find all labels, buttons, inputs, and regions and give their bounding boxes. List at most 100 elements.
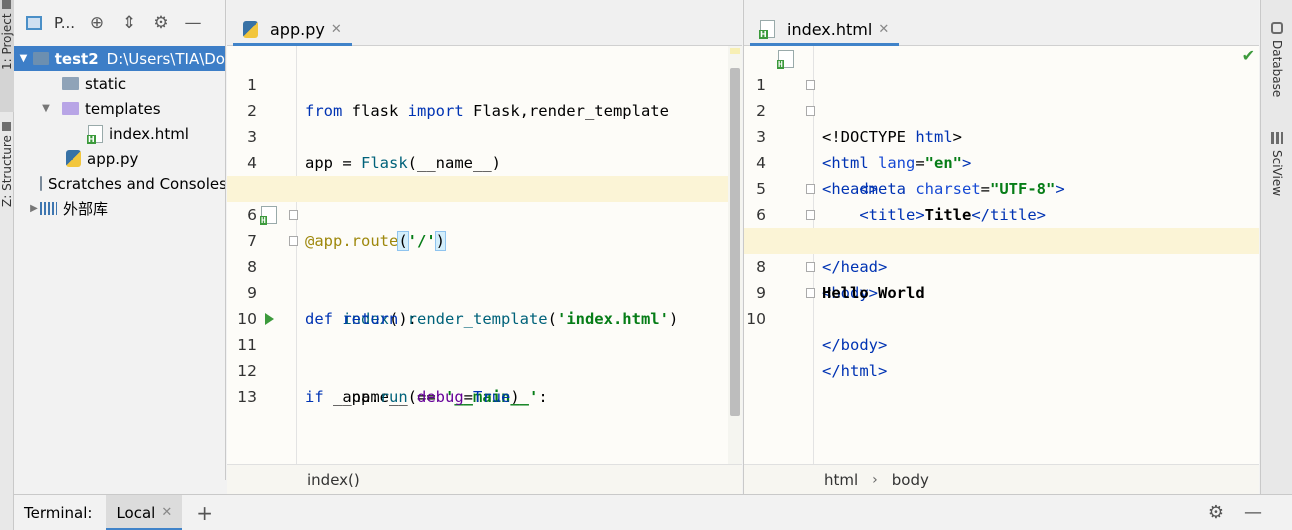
tab-index-html[interactable]: index.html ✕ <box>750 12 900 46</box>
fold-icon[interactable] <box>289 236 298 246</box>
folder-icon <box>62 102 79 115</box>
code-line: 5 <box>227 150 742 198</box>
tool-tab-structure[interactable]: Z: Structure <box>0 122 14 222</box>
tree-item-static[interactable]: static <box>14 71 225 96</box>
project-panel: P... ⊕ ⇕ ⚙ — ▼ test2 D:\Users\TIA\Do sta… <box>14 0 226 480</box>
scrollbar-thumb[interactable] <box>730 68 740 416</box>
expand-arrow-icon[interactable]: ▼ <box>18 53 29 64</box>
code-line: 11 if __name__ == '__main__': <box>227 306 742 406</box>
code-line: 1 <!DOCTYPE html> <box>744 46 1259 146</box>
code-line: 8 return render_template('index.html') <box>227 228 742 328</box>
fold-icon[interactable] <box>806 80 815 90</box>
tree-item-label: 外部库 <box>63 200 109 218</box>
tab-app-py[interactable]: app.py ✕ <box>233 12 352 46</box>
fold-icon[interactable] <box>806 288 815 298</box>
tree-item-path: D:\Users\TIA\Do <box>106 49 225 68</box>
line-number: 10 <box>746 310 766 328</box>
breadcrumb-item[interactable]: html <box>824 471 858 489</box>
fold-icon[interactable] <box>806 184 815 194</box>
close-icon[interactable]: ✕ <box>878 22 889 37</box>
code-area[interactable]: 1 from flask import Flask,render_templat… <box>227 46 742 464</box>
editor-app-py: app.py ✕ 1 from flask import Flask,rende… <box>227 0 742 494</box>
breadcrumb-item[interactable]: index() <box>307 471 360 489</box>
right-tool-strip: Database SciView <box>1260 0 1292 494</box>
html-template-gutter-icon[interactable] <box>260 206 277 225</box>
tree-item-app-py[interactable]: app.py <box>14 146 225 171</box>
gear-icon[interactable]: ⚙ <box>1208 502 1224 523</box>
code-line: 5 <title>Title</title> <box>744 150 1259 224</box>
tree-item-external-libraries[interactable]: ▶ 外部库 <box>14 196 225 221</box>
gear-icon[interactable]: ⚙ <box>151 13 171 33</box>
html-file-icon <box>759 20 775 39</box>
code-line-current: 8 Hello World <box>744 228 1259 302</box>
tree-item-label: index.html <box>109 124 189 143</box>
fold-icon[interactable] <box>806 106 815 116</box>
code-line: 12 app.run(debug=True) <box>227 332 742 406</box>
fold-icon[interactable] <box>289 210 298 220</box>
code-line: 9 </body> <box>744 254 1259 354</box>
tree-item-label: app.py <box>87 149 139 168</box>
browser-preview-gutter-icon[interactable] <box>777 50 794 69</box>
python-file-icon <box>66 150 81 167</box>
left-tool-strip: 1: Project Z: Structure <box>0 0 14 530</box>
expand-arrow-icon[interactable]: ▶ <box>28 203 40 214</box>
code-line: 7 <body> <box>744 202 1259 302</box>
minimize-icon[interactable]: — <box>1244 502 1262 523</box>
locate-icon[interactable]: ⊕ <box>87 13 107 33</box>
tool-tab-sciview[interactable]: SciView <box>1261 132 1292 212</box>
scratches-icon <box>40 176 42 191</box>
editor-tabbar: app.py ✕ <box>227 0 742 46</box>
breadcrumb-item[interactable]: body <box>892 471 929 489</box>
library-icon <box>40 202 57 215</box>
structure-icon <box>2 122 12 131</box>
code-line: 2 <box>227 72 742 120</box>
fold-icon[interactable] <box>806 262 815 272</box>
close-icon[interactable]: ✕ <box>331 22 342 37</box>
database-icon <box>1271 22 1283 34</box>
code-line: 13 <box>227 358 742 406</box>
code-line: 2 <html lang="en"> <box>744 72 1259 172</box>
python-file-icon <box>243 20 258 38</box>
folder-icon <box>62 77 79 90</box>
tree-item-label: templates <box>85 99 161 118</box>
tab-label: index.html <box>787 19 873 39</box>
html-file-icon <box>87 124 103 144</box>
fold-icon[interactable] <box>806 210 815 220</box>
code-line: 9 <box>227 254 742 302</box>
tool-tab-database-label: Database <box>1270 40 1284 98</box>
new-terminal-icon[interactable]: + <box>196 501 213 525</box>
terminal-label: Terminal: <box>24 503 93 522</box>
code-line: 10 <box>227 280 742 328</box>
tree-item-test2[interactable]: ▼ test2 D:\Users\TIA\Do <box>14 46 225 71</box>
tool-tab-project-label: 1: Project <box>0 13 14 70</box>
warning-marker <box>730 48 740 54</box>
line-number: 13 <box>237 388 257 406</box>
code-area[interactable]: 1 <!DOCTYPE html> 2 <html lang="en"> 3 <… <box>744 46 1259 464</box>
project-view-icon <box>26 16 42 30</box>
tree-item-index-html[interactable]: index.html <box>14 121 225 146</box>
tree-item-label: Scratches and Consoles <box>48 174 226 193</box>
close-icon[interactable]: ✕ <box>161 505 172 520</box>
expand-arrow-icon[interactable]: ▼ <box>40 103 52 114</box>
run-gutter-icon[interactable] <box>265 313 274 325</box>
tree-item-label: test2 <box>54 49 99 68</box>
tree-item-label: static <box>85 74 127 93</box>
breadcrumb-separator-icon: › <box>872 471 878 488</box>
project-view-selector[interactable]: P... <box>54 14 75 32</box>
terminal-bar: Terminal: Local ✕ + ⚙ — <box>14 494 1292 530</box>
tool-tab-project[interactable]: 1: Project <box>0 0 14 112</box>
tool-tab-database[interactable]: Database <box>1261 22 1292 112</box>
project-toolbar: P... ⊕ ⇕ ⚙ — <box>14 0 225 46</box>
terminal-tab-local[interactable]: Local ✕ <box>106 494 183 530</box>
minimize-icon[interactable]: — <box>183 13 203 33</box>
code-line: 7 def index(): <box>227 202 742 328</box>
code-line: 10 </html> <box>744 280 1259 380</box>
breadcrumb: index() <box>227 464 742 494</box>
breadcrumb: html › body <box>744 464 1259 494</box>
collapse-all-icon[interactable]: ⇕ <box>119 13 139 33</box>
code-line: 4 <box>227 124 742 172</box>
tree-item-scratches[interactable]: Scratches and Consoles <box>14 171 225 196</box>
code-line: 1 from flask import Flask,render_templat… <box>227 46 742 120</box>
editor-scrollbar[interactable] <box>728 46 742 464</box>
tree-item-templates[interactable]: ▼ templates <box>14 96 225 121</box>
